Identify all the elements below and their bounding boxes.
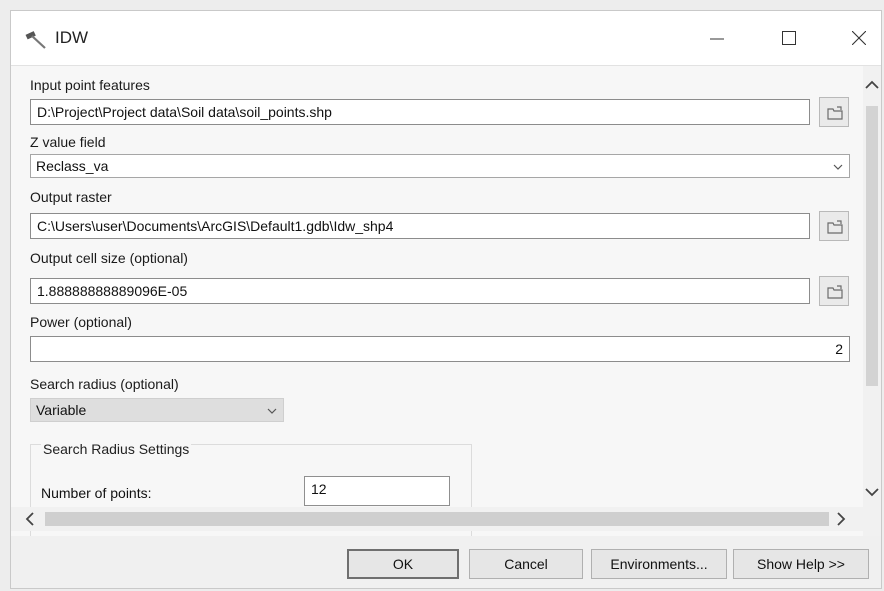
search-radius-value: Variable bbox=[36, 402, 87, 418]
output-cell-size-label: Output cell size (optional) bbox=[30, 250, 188, 266]
close-icon bbox=[852, 31, 866, 45]
output-cell-size-browse-button[interactable] bbox=[819, 276, 849, 306]
output-cell-size-field[interactable] bbox=[30, 278, 810, 304]
chevron-right-icon[interactable] bbox=[837, 512, 846, 526]
parameters-panel: Input point features Z value field Recla… bbox=[11, 66, 881, 536]
input-point-features-label: Input point features bbox=[30, 77, 150, 93]
maximize-icon bbox=[782, 31, 796, 45]
chevron-down-icon bbox=[267, 408, 277, 414]
environments-button[interactable]: Environments... bbox=[591, 549, 727, 579]
chevron-down-icon bbox=[833, 164, 843, 170]
chevron-left-icon[interactable] bbox=[25, 512, 34, 526]
z-value-field-label: Z value field bbox=[30, 134, 106, 150]
close-button[interactable] bbox=[839, 17, 879, 59]
show-help-button[interactable]: Show Help >> bbox=[733, 549, 869, 579]
folder-browse-icon bbox=[827, 106, 843, 120]
search-radius-settings-title: Search Radius Settings bbox=[41, 441, 192, 457]
maximize-button[interactable] bbox=[769, 17, 809, 59]
z-value-field-value: Reclass_va bbox=[36, 158, 109, 174]
number-of-points-field[interactable]: 12 bbox=[304, 476, 450, 506]
input-point-features-field[interactable] bbox=[30, 99, 810, 125]
window-title: IDW bbox=[55, 28, 89, 47]
vertical-scrollbar-thumb[interactable] bbox=[866, 106, 878, 386]
cancel-button[interactable]: Cancel bbox=[469, 549, 583, 579]
number-of-points-label: Number of points: bbox=[41, 485, 152, 501]
minimize-button[interactable] bbox=[697, 17, 737, 59]
power-field[interactable] bbox=[30, 336, 850, 362]
power-label: Power (optional) bbox=[30, 314, 132, 330]
output-raster-field[interactable] bbox=[30, 213, 810, 239]
horizontal-scrollbar[interactable] bbox=[11, 507, 863, 531]
folder-browse-icon bbox=[827, 220, 843, 234]
output-raster-browse-button[interactable] bbox=[819, 211, 849, 241]
chevron-up-icon[interactable] bbox=[865, 80, 879, 89]
chevron-down-icon[interactable] bbox=[865, 488, 879, 497]
hammer-icon bbox=[25, 30, 47, 50]
ok-button[interactable]: OK bbox=[347, 549, 459, 579]
idw-dialog: IDW Input point features Z v bbox=[10, 10, 882, 589]
z-value-field-select[interactable]: Reclass_va bbox=[30, 154, 850, 178]
title-bar[interactable]: IDW bbox=[11, 11, 881, 66]
vertical-scrollbar[interactable] bbox=[863, 66, 881, 536]
dialog-footer: OK Cancel Environments... Show Help >> bbox=[11, 536, 881, 588]
search-radius-label: Search radius (optional) bbox=[30, 376, 179, 392]
minimize-icon bbox=[710, 38, 724, 40]
search-radius-select[interactable]: Variable bbox=[30, 398, 284, 422]
horizontal-scrollbar-thumb[interactable] bbox=[45, 512, 829, 526]
output-raster-label: Output raster bbox=[30, 189, 112, 205]
input-point-features-browse-button[interactable] bbox=[819, 97, 849, 127]
folder-browse-icon bbox=[827, 285, 843, 299]
